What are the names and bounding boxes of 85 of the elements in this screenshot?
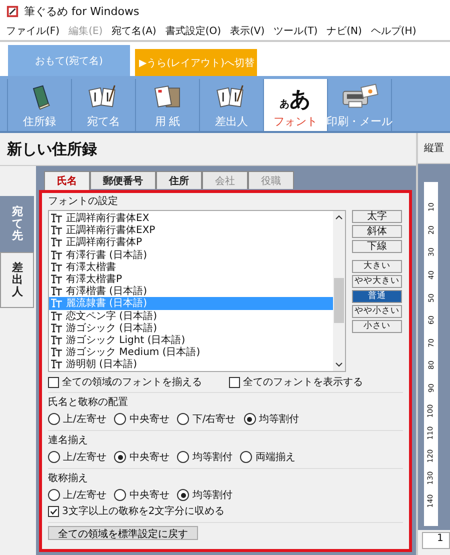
font-list-item[interactable]: 有澤太楷書: [49, 260, 333, 273]
style-button[interactable]: 斜体: [352, 225, 402, 238]
toolbar-button[interactable]: ああ フォント: [264, 79, 328, 131]
radio-button[interactable]: [48, 413, 60, 425]
truetype-icon: [51, 347, 62, 358]
truetype-icon: [51, 286, 62, 296]
font-list-item[interactable]: 正調祥南行書体EXP: [49, 224, 333, 236]
font-list-item[interactable]: 游明朝 (日本語): [49, 358, 333, 370]
radio-button[interactable]: [240, 451, 252, 463]
radio-label[interactable]: 上/左寄せ: [63, 488, 106, 502]
radio-label[interactable]: 中央寄せ: [129, 450, 170, 464]
radio-label[interactable]: 均等割付: [192, 488, 232, 502]
radio-button[interactable]: [114, 489, 126, 501]
radio-label[interactable]: 均等割付: [192, 450, 232, 464]
font-list-item[interactable]: 正調祥南行書体EX: [49, 212, 333, 224]
radio-button[interactable]: [114, 413, 126, 425]
section-title: 連名揃え: [48, 434, 89, 447]
truetype-icon: [51, 334, 62, 345]
radio-button[interactable]: [114, 451, 126, 463]
size-button[interactable]: 普通: [352, 290, 402, 303]
field-tab[interactable]: 郵便番号: [90, 171, 156, 189]
truetype-icon: [51, 274, 62, 284]
section-title: 氏名と敬称の配置: [48, 396, 129, 409]
checkbox[interactable]: [48, 376, 59, 388]
section-title: フォントの設定: [48, 195, 119, 208]
font-list[interactable]: 正調祥南行書体EX 正調祥南行書体EXP 正調祥南行書体P 有澤行書 (日本語) 有澤太楷書 有澤太楷書P 有澤楷書 (日本語) 麗流隷書 (日本語) 恋文ペン字 (日本語) 游ゴシック (日本語) 游ゴシック Light (日本語) 游ゴシック Medium (日本語) 游明朝 (日本語): [48, 210, 346, 372]
font-list-item[interactable]: 游ゴシック (日本語): [49, 322, 333, 334]
font-list-item[interactable]: 恋文ペン字 (日本語): [49, 310, 333, 322]
scrollbar[interactable]: [333, 211, 345, 371]
radio-button[interactable]: [48, 489, 60, 501]
size-button[interactable]: やや小さい: [352, 305, 402, 318]
menu-item[interactable]: 宛て名(A): [112, 24, 156, 38]
scroll-thumb[interactable]: [334, 278, 344, 323]
size-button[interactable]: 小さい: [352, 320, 402, 333]
radio-label[interactable]: 均等割付: [258, 412, 299, 426]
font-list-item[interactable]: 有澤行書 (日本語): [49, 248, 333, 261]
font-list-item[interactable]: 游ゴシック Medium (日本語): [49, 346, 333, 358]
app-icon: [6, 4, 19, 18]
radio-label[interactable]: 中央寄せ: [129, 488, 170, 502]
style-button[interactable]: 下線: [352, 240, 402, 253]
checkbox[interactable]: [48, 506, 59, 516]
input-field[interactable]: 1: [422, 532, 450, 549]
checkbox-label[interactable]: 全ての領域のフォントを揃える: [62, 375, 202, 389]
radio-button[interactable]: [177, 489, 190, 501]
truetype-icon: [51, 310, 62, 321]
checkbox[interactable]: [229, 376, 240, 388]
reset-button[interactable]: 全ての領域を標準設定に戻す: [48, 526, 198, 540]
font-list-item[interactable]: 有澤太楷書P: [49, 272, 333, 286]
menu-item[interactable]: ツール(T): [274, 24, 318, 38]
radio-button[interactable]: [177, 451, 190, 463]
radio-label[interactable]: 両端揃え: [255, 450, 296, 464]
truetype-icon: [51, 322, 62, 333]
menu-item[interactable]: ナビ(N): [326, 24, 362, 38]
size-button[interactable]: やや大きい: [352, 275, 402, 288]
menu-item[interactable]: ヘルプ(H): [370, 24, 416, 38]
field-tab[interactable]: 住所: [156, 171, 202, 189]
truetype-icon: [51, 225, 62, 236]
style-button[interactable]: 太字: [352, 210, 402, 223]
size-button[interactable]: 大きい: [352, 260, 402, 273]
radio-label[interactable]: 中央寄せ: [129, 412, 170, 426]
menu-item[interactable]: 表示(V): [230, 24, 265, 38]
truetype-icon: [51, 298, 62, 308]
checkbox-label[interactable]: 3文字以上の敬称を2文字分に収める: [62, 504, 225, 518]
font-list-item[interactable]: 有澤楷書 (日本語): [49, 285, 333, 298]
truetype-icon: [51, 237, 62, 248]
menu-item[interactable]: 書式設定(O): [165, 24, 222, 38]
section-title: 敬称揃え: [48, 472, 89, 485]
font-list-item[interactable]: 游ゴシック Light (日本語): [49, 334, 333, 346]
truetype-icon: [51, 359, 62, 370]
truetype-icon: [51, 250, 62, 260]
radio-button[interactable]: [48, 451, 60, 463]
window-title: 筆ぐるめ for Windows: [24, 4, 140, 18]
radio-label[interactable]: 上/左寄せ: [63, 412, 106, 426]
radio-label[interactable]: 下/右寄せ: [192, 412, 236, 426]
font-icon: ああ: [280, 89, 312, 110]
truetype-icon: [51, 213, 62, 224]
side-tab[interactable]: 差出人: [0, 252, 34, 308]
menu-item[interactable]: ファイル(F): [6, 24, 60, 38]
radio-button[interactable]: [177, 413, 190, 425]
field-tab[interactable]: 氏名: [44, 171, 90, 190]
font-list-item[interactable]: 正調祥南行書体P: [49, 236, 333, 249]
truetype-icon: [51, 262, 62, 272]
radio-button[interactable]: [244, 413, 256, 425]
checkbox-label[interactable]: 全てのフォントを表示する: [243, 375, 363, 389]
radio-label[interactable]: 上/左寄せ: [63, 450, 106, 464]
